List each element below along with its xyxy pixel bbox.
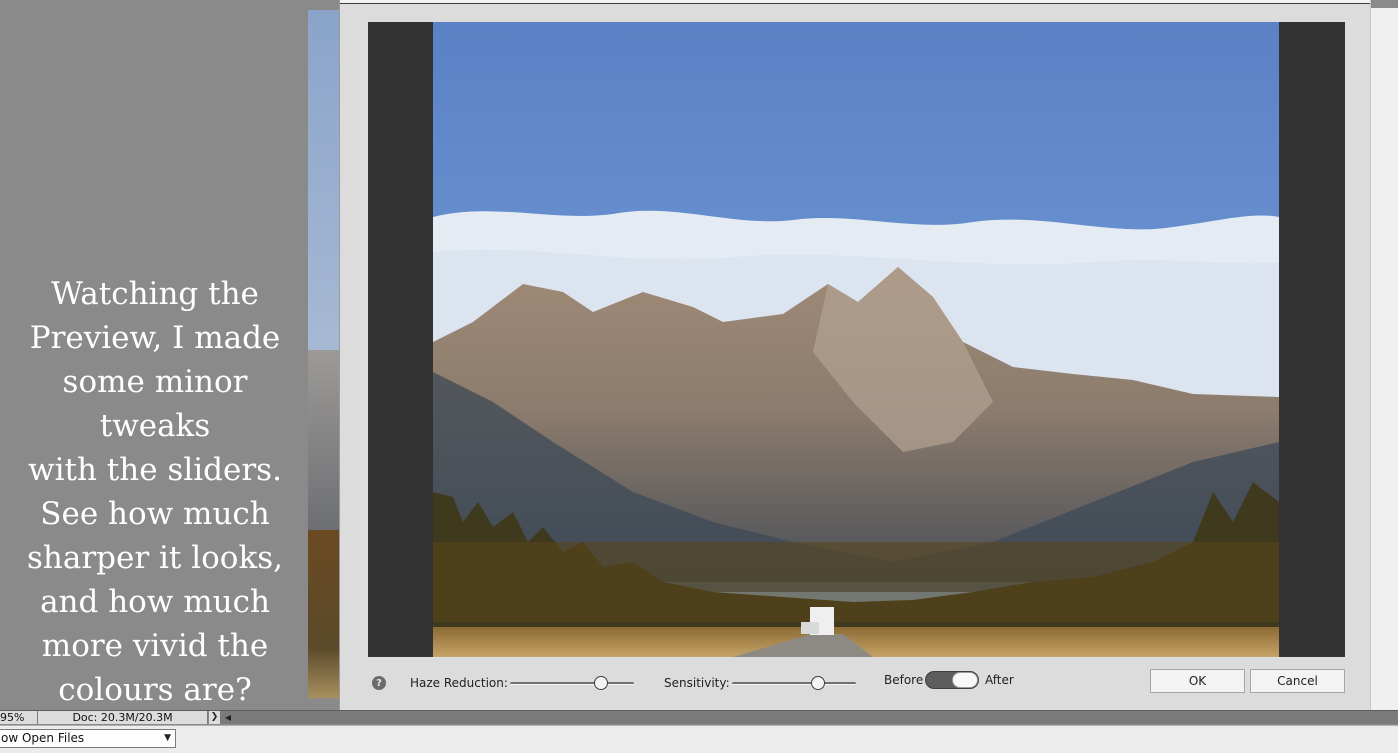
before-after-toggle[interactable] — [925, 671, 979, 689]
chevron-down-icon: ▼ — [164, 733, 171, 743]
help-icon[interactable]: ? — [372, 676, 386, 690]
haze-removal-dialog: ? Haze Reduction: Sensitivity: Before Af… — [339, 0, 1370, 712]
doc-size: Doc: 20.3M/20.3M — [38, 711, 207, 724]
slider-track — [732, 682, 856, 685]
canvas-sky — [308, 10, 339, 350]
preview-image — [433, 22, 1279, 657]
ok-button[interactable]: OK — [1150, 669, 1245, 693]
cancel-button[interactable]: Cancel — [1250, 669, 1345, 693]
photo-bin-bar: ow Open Files ▼ — [0, 725, 1398, 753]
right-panel-edge — [1370, 0, 1398, 712]
annotation-text: Watching the Preview, I made some minor … — [26, 276, 284, 708]
status-bar: 95% Doc: 20.3M/20.3M ❯ ◀ — [0, 710, 1398, 724]
haze-reduction-slider[interactable] — [510, 675, 634, 691]
canvas-image-strip — [308, 10, 339, 698]
haze-reduction-label: Haze Reduction: — [410, 676, 508, 690]
show-open-files-select[interactable]: ow Open Files ▼ — [0, 729, 176, 748]
sensitivity-slider[interactable] — [732, 675, 856, 691]
preview-area — [368, 22, 1345, 657]
slider-thumb[interactable] — [593, 676, 608, 690]
workspace-background: Watching the Preview, I made some minor … — [0, 0, 308, 710]
dialog-title-edge — [340, 0, 1370, 4]
toggle-knob — [952, 672, 978, 688]
canvas-mountain — [308, 350, 339, 530]
scroll-left-icon[interactable]: ◀ — [221, 711, 235, 724]
mountain-photo — [433, 22, 1279, 657]
sensitivity-label: Sensitivity: — [664, 676, 730, 690]
zoom-level[interactable]: 95% — [0, 711, 37, 724]
canvas-forest — [308, 530, 339, 698]
chevron-right-icon[interactable]: ❯ — [208, 711, 220, 724]
photoshop-elements-window: Watching the Preview, I made some minor … — [0, 0, 1398, 753]
slider-track — [510, 682, 634, 685]
after-label: After — [985, 673, 1014, 687]
controls-row: ? Haze Reduction: Sensitivity: Before Af… — [340, 662, 1370, 702]
select-value: ow Open Files — [1, 731, 85, 745]
slider-thumb[interactable] — [810, 676, 825, 690]
panel-cap — [1371, 0, 1398, 8]
before-label: Before — [884, 673, 924, 687]
